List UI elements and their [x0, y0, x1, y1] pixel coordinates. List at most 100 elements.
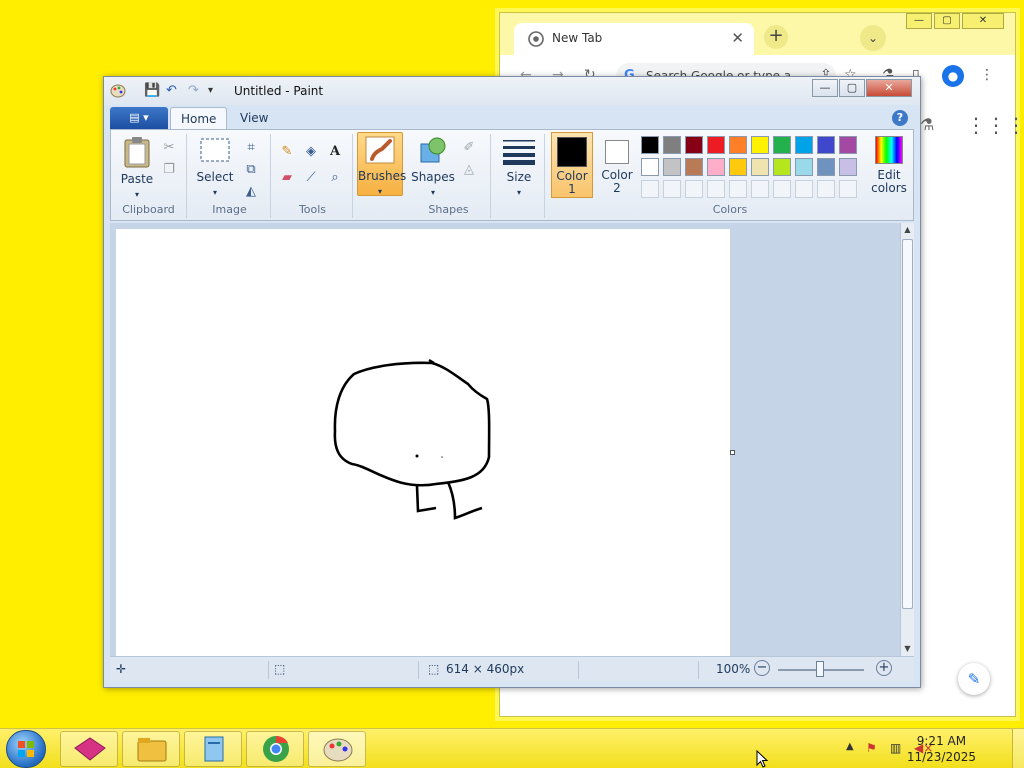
outline-icon[interactable]: ✐ — [459, 138, 479, 158]
network-icon[interactable]: ▥ — [890, 741, 901, 755]
custom-color-slot[interactable] — [641, 180, 659, 198]
action-center-icon[interactable]: ⚑ — [866, 741, 877, 755]
tab-close-icon[interactable]: ✕ — [731, 29, 744, 47]
show-desktop-button[interactable] — [1012, 729, 1024, 768]
color-picker-icon[interactable]: ⟋ — [301, 168, 321, 188]
custom-color-slot[interactable] — [707, 180, 725, 198]
paint-close-button[interactable]: ✕ — [866, 79, 912, 97]
color2-button[interactable]: Color 2 — [597, 132, 637, 198]
palette-swatch[interactable] — [795, 136, 813, 154]
shapes-button[interactable]: Shapes ▾ — [411, 136, 455, 198]
chrome-menu-icon[interactable]: ⋮ — [980, 67, 994, 83]
palette-swatch[interactable] — [751, 158, 769, 176]
palette-swatch[interactable] — [685, 158, 703, 176]
cut-icon[interactable]: ✂ — [159, 138, 179, 158]
fill-bucket-icon[interactable]: ◈ — [301, 142, 321, 162]
palette-swatch[interactable] — [773, 158, 791, 176]
paste-button[interactable]: Paste ▾ — [117, 136, 157, 200]
show-hidden-icons[interactable]: ▲ — [846, 741, 854, 752]
select-button[interactable]: Select ▾ — [193, 136, 237, 198]
palette-swatch[interactable] — [685, 136, 703, 154]
custom-color-slot[interactable] — [773, 180, 791, 198]
scroll-thumb[interactable] — [902, 239, 913, 609]
redo-icon[interactable]: ↷ — [188, 83, 199, 98]
palette-swatch[interactable] — [641, 136, 659, 154]
eraser-icon[interactable]: ▰ — [277, 168, 297, 188]
start-button[interactable] — [6, 730, 46, 768]
taskbar-app-3[interactable] — [184, 731, 242, 767]
pencil-icon[interactable]: ✎ — [277, 142, 297, 162]
customize-qat-icon[interactable]: ▾ — [208, 85, 213, 96]
magnifier-icon[interactable]: ⌕ — [325, 168, 345, 188]
text-tool-icon[interactable]: A — [325, 142, 345, 162]
zoom-out-icon[interactable]: − — [754, 660, 770, 676]
palette-swatch[interactable] — [729, 158, 747, 176]
palette-swatch[interactable] — [795, 158, 813, 176]
palette-swatch[interactable] — [641, 158, 659, 176]
profile-avatar-icon[interactable]: ● — [942, 65, 964, 87]
clock[interactable]: 9:21 AM 11/23/2025 — [907, 733, 976, 765]
canvas-dimensions: 614 × 460px — [446, 662, 525, 676]
custom-color-slot[interactable] — [685, 180, 703, 198]
labs-flask-icon[interactable]: ⚗ — [920, 115, 934, 134]
palette-swatch[interactable] — [729, 136, 747, 154]
brushes-button[interactable]: Brushes ▾ — [357, 132, 406, 196]
help-icon[interactable]: ? — [892, 110, 908, 126]
taskbar-paint[interactable] — [308, 731, 366, 767]
custom-color-slot[interactable] — [839, 180, 857, 198]
zoom-in-icon[interactable]: + — [876, 660, 892, 676]
fill-icon[interactable]: ◬ — [459, 160, 479, 180]
palette-swatch[interactable] — [817, 158, 835, 176]
new-tab-button[interactable]: + — [764, 25, 788, 49]
custom-color-slot[interactable] — [729, 180, 747, 198]
canvas-size-icon: ⬚ — [428, 662, 440, 676]
color2-label-line2: 2 — [613, 181, 621, 195]
google-apps-icon[interactable]: ⋮⋮⋮ — [966, 113, 1024, 137]
copy-icon[interactable]: ❐ — [159, 160, 179, 180]
palette-swatch[interactable] — [707, 136, 725, 154]
undo-icon[interactable]: ↶ — [166, 83, 177, 98]
customize-pencil-icon[interactable]: ✎ — [958, 663, 990, 695]
ribbon-tabs: ▤ ▾ Home View ? — [110, 107, 914, 129]
taskbar-file-explorer[interactable] — [122, 731, 180, 767]
palette-swatch[interactable] — [663, 158, 681, 176]
shapes-group-label: Shapes — [428, 203, 469, 216]
canvas-resize-handle[interactable] — [730, 450, 735, 455]
tab-home[interactable]: Home — [170, 107, 228, 129]
edit-colors-button[interactable]: Edit colors — [867, 132, 911, 198]
palette-swatch[interactable] — [773, 136, 791, 154]
rotate-icon[interactable]: ◭ — [241, 182, 261, 202]
chrome-close-button[interactable]: ✕ — [962, 13, 1004, 29]
custom-color-slot[interactable] — [817, 180, 835, 198]
paint-maximize-button[interactable]: ▢ — [839, 79, 865, 97]
palette-swatch[interactable] — [751, 136, 769, 154]
palette-swatch[interactable] — [663, 136, 681, 154]
vertical-scrollbar[interactable]: ▲ ▼ — [900, 223, 914, 656]
paint-file-menu-button[interactable]: ▤ ▾ — [110, 107, 168, 129]
save-icon[interactable]: 💾 — [144, 83, 160, 98]
resize-icon[interactable]: ⧉ — [241, 160, 261, 180]
taskbar-chrome[interactable] — [246, 731, 304, 767]
custom-color-slot[interactable] — [751, 180, 769, 198]
scroll-up-icon[interactable]: ▲ — [901, 223, 914, 237]
taskbar-app-1[interactable] — [60, 731, 118, 767]
paint-app-icon[interactable] — [110, 83, 126, 99]
palette-swatch[interactable] — [839, 136, 857, 154]
palette-swatch[interactable] — [817, 136, 835, 154]
drawing-canvas[interactable] — [116, 229, 730, 656]
tab-search-button[interactable]: ⌄ — [860, 25, 886, 51]
chrome-minimize-button[interactable]: — — [906, 13, 932, 29]
crop-icon[interactable]: ⌗ — [241, 138, 261, 158]
palette-swatch[interactable] — [707, 158, 725, 176]
tab-view[interactable]: View — [230, 107, 278, 129]
chrome-maximize-button[interactable]: ▢ — [934, 13, 960, 29]
palette-swatch[interactable] — [839, 158, 857, 176]
size-button[interactable]: Size ▾ — [497, 136, 541, 198]
color1-button[interactable]: Color 1 — [551, 132, 593, 198]
paint-minimize-button[interactable]: — — [812, 79, 838, 97]
custom-color-slot[interactable] — [795, 180, 813, 198]
tab-new-tab[interactable]: New Tab ✕ — [514, 23, 754, 55]
zoom-slider-thumb[interactable] — [816, 661, 824, 677]
custom-color-slot[interactable] — [663, 180, 681, 198]
scroll-down-icon[interactable]: ▼ — [901, 642, 914, 656]
